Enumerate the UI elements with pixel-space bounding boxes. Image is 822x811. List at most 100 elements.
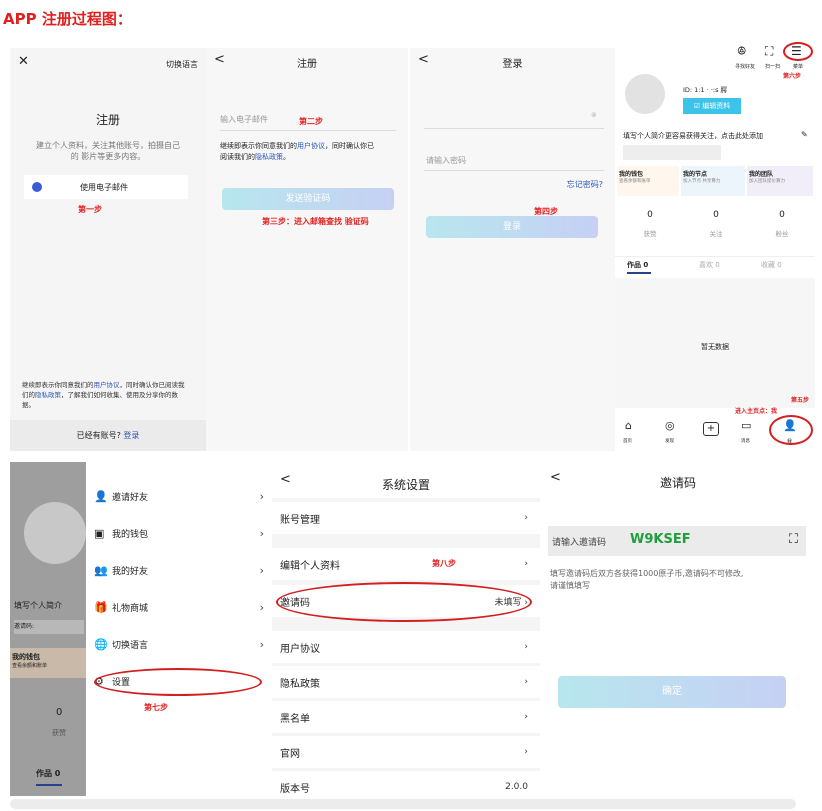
chevron-right-icon: › bbox=[524, 677, 528, 687]
compass-icon[interactable]: ◎ bbox=[665, 419, 675, 432]
settings-row-account[interactable]: 账号管理 › bbox=[272, 502, 540, 534]
horizontal-scrollbar[interactable] bbox=[10, 799, 796, 809]
chevron-right-icon: › bbox=[259, 600, 264, 614]
find-friends-icon[interactable]: ꔮ bbox=[737, 44, 746, 59]
menu-item-invite-friends[interactable]: 👤 邀请好友 › bbox=[94, 486, 264, 506]
step-6-annotation: 第六步 bbox=[783, 73, 802, 80]
scan-icon[interactable]: ⛶ bbox=[789, 532, 798, 547]
highlight-oval bbox=[276, 582, 532, 622]
profile-screen: ꔮ ⛶ ☰ 寻找好友 扫一扫 菜单 第六步 ID: 1:1 · ·:s 腭 ☑ … bbox=[615, 38, 815, 451]
switch-language-link[interactable]: 切换语言 bbox=[166, 59, 198, 70]
screen-title: 登录 bbox=[502, 59, 523, 70]
menu-item-language[interactable]: 🌐 切换语言 › bbox=[94, 634, 264, 654]
user-agreement-link[interactable]: 用户协议 bbox=[94, 381, 120, 389]
invite-code-bar bbox=[623, 145, 721, 160]
message-icon[interactable]: ▭ bbox=[741, 419, 751, 432]
chevron-right-icon: › bbox=[524, 712, 528, 722]
confirm-button[interactable]: 确定 bbox=[558, 676, 786, 708]
tab-likes[interactable]: 喜欢 0 bbox=[699, 260, 720, 270]
edit-profile-button[interactable]: ☑ 编辑资料 bbox=[683, 98, 741, 114]
invite-code-input[interactable]: 请输入邀请码 W9KSEF ⛶ bbox=[548, 526, 806, 556]
likes-label: 获赞 bbox=[643, 230, 657, 238]
menu-label: 菜单 bbox=[793, 64, 804, 70]
register-subtitle-1: 建立个人资料，关注其他账号，拍摄自己 bbox=[36, 141, 180, 150]
settings-row-website[interactable]: 官网 › bbox=[272, 736, 540, 768]
login-link[interactable]: 登录 bbox=[123, 431, 139, 440]
register-subtitle-2: 的 影片等更多内容。 bbox=[70, 152, 146, 161]
email-option-button[interactable]: 使用电子邮件 bbox=[24, 175, 188, 199]
tab-works[interactable]: 作品 0 bbox=[627, 260, 648, 270]
nav-message-label: 消息 bbox=[741, 439, 750, 444]
step-5-annotation-a: 第五步 bbox=[791, 397, 810, 404]
avatar[interactable] bbox=[625, 74, 665, 114]
screen-title: 系统设置 bbox=[381, 478, 430, 492]
privacy-policy-link[interactable]: 隐私政策 bbox=[255, 153, 283, 161]
chevron-right-icon: › bbox=[259, 489, 264, 503]
invite-notice: 填写邀请码后双方各获得1000原子币,邀请码不可修改, 请谨慎填写 bbox=[550, 569, 744, 590]
tab-works: 作品 0 bbox=[36, 769, 61, 778]
settings-row-privacy[interactable]: 隐私政策 › bbox=[272, 666, 540, 698]
screen-title: 注册 bbox=[297, 59, 317, 70]
gift-icon: 🎁 bbox=[94, 600, 108, 614]
account-input-underline bbox=[424, 128, 604, 129]
likes-label: 获赞 bbox=[52, 729, 66, 737]
wallet-icon: ▣ bbox=[94, 526, 105, 540]
divider bbox=[615, 256, 815, 257]
side-menu: 👤 邀请好友 › ▣ 我的钱包 › 👥 我的好友 › 🎁 礼物商城 › 🌐 切换语言 › … bbox=[86, 462, 270, 796]
team-card[interactable]: 我的团队 加入团队提价算力 bbox=[747, 166, 813, 196]
wallet-card[interactable]: 我的钱包 查看余额和账单 bbox=[617, 166, 679, 196]
register-options-screen: ✕ 切换语言 注册 建立个人资料，关注其他账号，拍摄自己 的 影片等更多内容。 … bbox=[10, 48, 206, 451]
login-button[interactable]: 登录 bbox=[426, 216, 598, 238]
forgot-password-link[interactable]: 忘记密码? bbox=[567, 179, 603, 190]
followers-label[interactable]: 粉丝 bbox=[747, 228, 815, 238]
clear-icon[interactable]: ⊗ bbox=[591, 111, 597, 119]
wallet-card: 我的钱包 查看余额和账单 bbox=[10, 648, 86, 678]
email-register-screen: < 注册 输入电子邮件 第二步 继续即表示你同意我们的用户协议，同时确认你已 阅… bbox=[206, 48, 408, 451]
scan-icon[interactable]: ⛶ bbox=[765, 44, 773, 59]
invite-placeholder: 请输入邀请码 bbox=[552, 538, 607, 548]
globe-icon: 🌐 bbox=[94, 637, 108, 651]
menu-item-gift-shop[interactable]: 🎁 礼物商城 › bbox=[94, 597, 264, 617]
version-value: 2.0.0 bbox=[505, 782, 528, 792]
active-tab-indicator bbox=[627, 272, 651, 274]
step-5-annotation-b: 进入主页点：我 bbox=[735, 408, 778, 415]
menu-item-wallet[interactable]: ▣ 我的钱包 › bbox=[94, 523, 264, 543]
avatar bbox=[24, 502, 86, 564]
plus-icon[interactable]: + bbox=[703, 422, 719, 436]
invite-code-screen: < 邀请码 请输入邀请码 W9KSEF ⛶ 填写邀请码后双方各获得1000原子币… bbox=[542, 462, 814, 796]
nav-discover-label: 发现 bbox=[665, 439, 674, 444]
user-icon bbox=[32, 182, 42, 192]
tab-favorites[interactable]: 收藏 0 bbox=[761, 260, 782, 270]
close-icon[interactable]: ✕ bbox=[18, 54, 29, 69]
find-friends-label: 寻找好友 bbox=[735, 64, 756, 70]
highlight-oval bbox=[769, 415, 813, 445]
screen-title: 邀请码 bbox=[659, 476, 696, 490]
user-icon: 👤 bbox=[94, 489, 108, 503]
settings-row-user-agreement[interactable]: 用户协议 › bbox=[272, 631, 540, 663]
step-3-annotation: 第三步：进入邮箱查找 验证码 bbox=[262, 217, 369, 226]
nav-home-label: 首页 bbox=[623, 439, 632, 444]
password-input[interactable]: 请输入密码 bbox=[426, 155, 466, 166]
email-input[interactable]: 输入电子邮件 bbox=[220, 114, 268, 125]
privacy-policy-link[interactable]: 隐私政策 bbox=[35, 391, 61, 399]
dimmed-profile-screen: 填写个人简介 邀请码: 我的钱包 查看余额和账单 0 获赞 作品 0 bbox=[10, 462, 86, 796]
node-card[interactable]: 我的节点 加入节点 共享算力 bbox=[681, 166, 745, 196]
edit-icon: ☑ bbox=[693, 102, 701, 110]
pencil-icon[interactable]: ✎ bbox=[801, 130, 808, 139]
bio-prompt[interactable]: 填写个人简介更容易获得关注，点击此处添加 bbox=[623, 131, 763, 141]
step-7-annotation: 第七步 bbox=[144, 703, 168, 712]
following-count: 0 bbox=[713, 210, 719, 220]
highlight-oval bbox=[783, 42, 813, 61]
send-code-button[interactable]: 发送验证码 bbox=[222, 188, 394, 210]
user-agreement-link[interactable]: 用户协议 bbox=[297, 142, 325, 150]
password-underline bbox=[424, 170, 604, 171]
chevron-right-icon: › bbox=[259, 526, 264, 540]
likes-count: 0 bbox=[647, 210, 653, 220]
menu-item-friends[interactable]: 👥 我的好友 › bbox=[94, 560, 264, 580]
settings-row-version: 版本号 2.0.0 bbox=[272, 771, 540, 796]
settings-row-blacklist[interactable]: 黑名单 › bbox=[272, 701, 540, 733]
home-icon[interactable]: ⌂ bbox=[625, 419, 632, 432]
settings-row-edit-profile[interactable]: 编辑个人资料 › bbox=[272, 548, 540, 580]
following-label[interactable]: 关注 bbox=[681, 228, 751, 238]
register-terms: 继续即表示你同意我们的用户协议，同时确认你已 阅读我们的隐私政策。 bbox=[220, 142, 374, 161]
